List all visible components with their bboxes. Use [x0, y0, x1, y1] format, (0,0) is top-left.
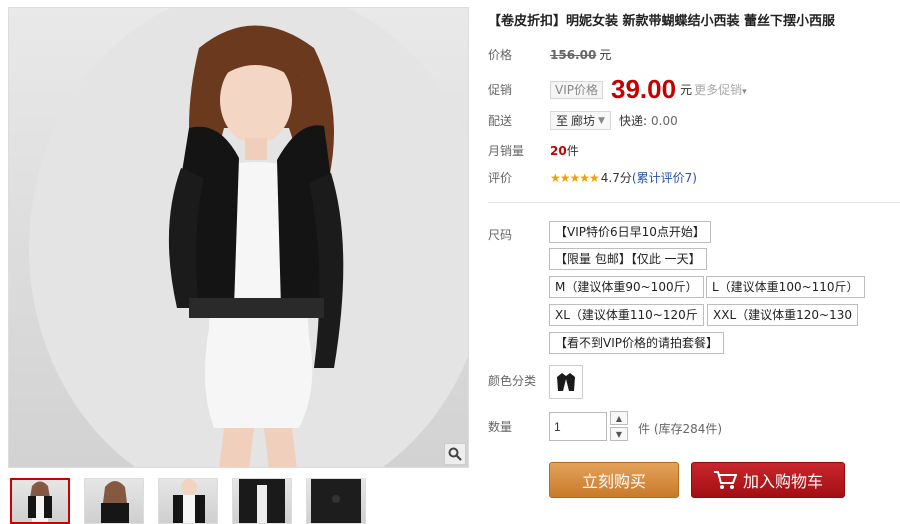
thumbnail-2[interactable]	[84, 478, 144, 524]
quantity-input[interactable]	[549, 412, 607, 441]
shipping-fee: 0.00	[651, 113, 678, 128]
buy-now-button[interactable]: 立刻购买	[549, 462, 679, 498]
price-label: 价格	[488, 48, 513, 62]
size-option[interactable]: 【限量 包邮】【仅此 一天】	[549, 248, 707, 270]
shipping-label: 配送	[488, 114, 513, 128]
size-option[interactable]: 【看不到VIP价格的请拍套餐】	[549, 332, 724, 354]
shipping-row: 配送 至 廊坊 ▼ 快递: 0.00	[488, 111, 678, 130]
more-promo-link[interactable]: 更多促销▾	[694, 81, 747, 98]
price-row: 价格 156.00 元	[488, 46, 611, 63]
chevron-up-icon: ▲	[615, 413, 623, 423]
thumbnail-photo	[101, 481, 129, 523]
jacket-icon	[557, 373, 575, 391]
thumbnail-3[interactable]	[158, 478, 218, 524]
quantity-increase-button[interactable]: ▲	[610, 411, 628, 425]
thumbnail-photo	[311, 479, 361, 523]
thumbnail-strip	[10, 478, 366, 524]
size-option[interactable]: L（建议体重100~110斤）	[706, 276, 865, 298]
original-price: 156.00	[550, 47, 597, 62]
thumbnail-photo	[28, 481, 52, 522]
size-option[interactable]: M（建议体重90~100斤）	[549, 276, 704, 298]
quantity-label: 数量	[488, 420, 513, 434]
zoom-button[interactable]	[444, 443, 466, 465]
model-photo	[29, 8, 468, 467]
promo-price: 39.00	[611, 74, 677, 104]
destination-selector[interactable]: 至 廊坊 ▼	[550, 111, 611, 130]
color-label: 颜色分类	[488, 374, 537, 388]
quantity-decrease-button[interactable]: ▼	[610, 427, 628, 441]
size-option[interactable]: XXL（建议体重120~130	[707, 304, 858, 326]
star-rating-icon: ★★★★★	[550, 170, 600, 185]
thumbnail-4[interactable]	[232, 478, 292, 524]
vip-price-tag: VIP价格	[550, 80, 603, 99]
chevron-down-icon: ▾	[742, 87, 747, 97]
section-divider	[488, 202, 900, 203]
magnifier-icon	[448, 447, 462, 461]
cart-icon	[713, 471, 737, 489]
price-unit: 元	[599, 48, 612, 62]
stock-info: 件 (库存284件)	[638, 422, 723, 436]
chevron-down-icon: ▼	[615, 429, 623, 439]
sales-label: 月销量	[488, 144, 525, 158]
product-info-panel: 【卷皮折扣】明妮女装 新款带蝴蝶结小西装 蕾丝下摆小西服 价格 156.00 元…	[488, 0, 900, 524]
rating-row: 评价 ★★★★★ 4.7分 (累计评价7)	[488, 169, 697, 186]
reviews-link[interactable]: (累计评价7)	[632, 169, 697, 186]
shipping-method: 快递:	[618, 114, 647, 128]
sales-row: 月销量 20 件	[488, 142, 579, 159]
promo-row: 促销 VIP价格 39.00 元 更多促销▾	[488, 74, 747, 105]
thumbnail-photo	[239, 479, 285, 523]
add-to-cart-button[interactable]: 加入购物车	[691, 462, 845, 498]
product-title: 【卷皮折扣】明妮女装 新款带蝴蝶结小西装 蕾丝下摆小西服	[488, 14, 836, 29]
rating-label: 评价	[488, 171, 513, 185]
promo-unit: 元	[680, 83, 693, 97]
sales-unit: 件	[566, 144, 579, 158]
sales-count: 20	[550, 143, 567, 158]
thumbnail-photo	[173, 479, 205, 523]
promo-label: 促销	[488, 83, 513, 97]
thumbnail-1[interactable]	[10, 478, 70, 524]
size-option[interactable]: XL（建议体重110~120斤	[549, 304, 704, 326]
color-option-black[interactable]	[549, 365, 583, 399]
size-option[interactable]: 【VIP特价6日早10点开始】	[549, 221, 711, 243]
thumbnail-5[interactable]	[306, 478, 366, 524]
main-product-image[interactable]	[8, 7, 469, 468]
size-label: 尺码	[488, 228, 513, 242]
rating-score: 4.7分	[600, 171, 632, 185]
chevron-down-icon: ▼	[598, 115, 605, 126]
